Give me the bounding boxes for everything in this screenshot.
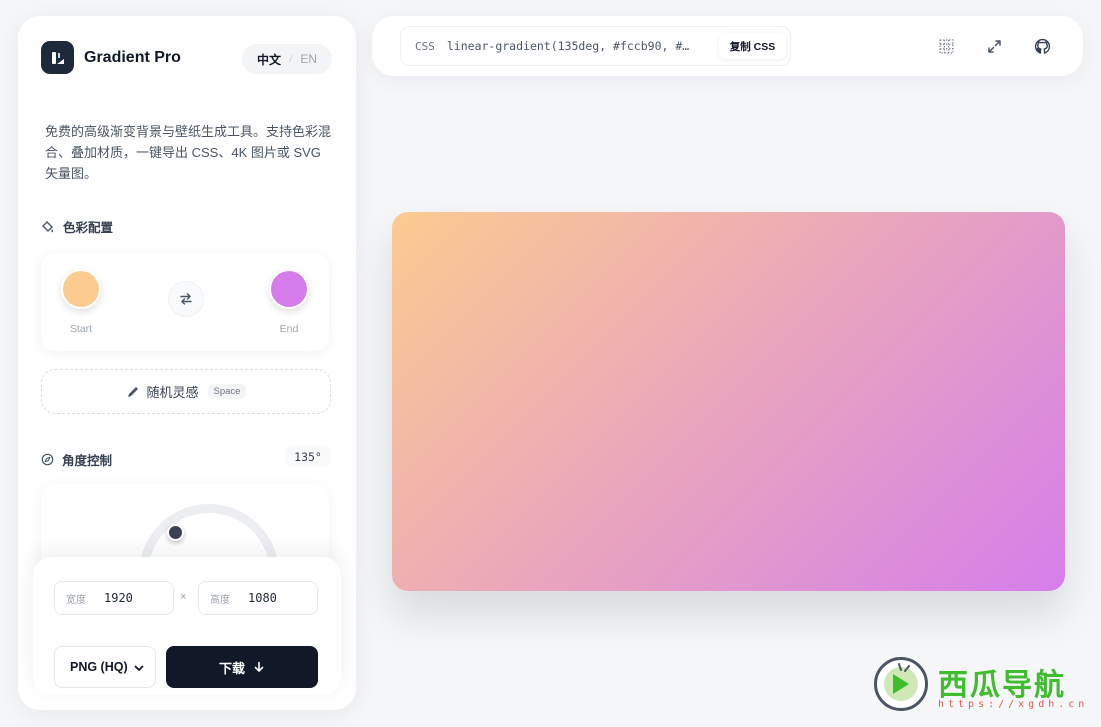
css-code-bar: CSS linear-gradient(135deg, #fccb90, #… … [400, 26, 791, 66]
brand-logo-icon [41, 41, 74, 74]
angle-value: 135° [286, 446, 330, 467]
github-icon[interactable] [1033, 37, 1051, 55]
lang-option-zh[interactable]: 中文 [249, 51, 289, 68]
gradient-preview [392, 212, 1065, 591]
expand-icon[interactable] [985, 37, 1003, 55]
css-code-tag: CSS [415, 39, 435, 53]
angle-control-title: 角度控制 [62, 454, 113, 468]
download-button[interactable]: 下载 [166, 646, 318, 688]
swap-icon [180, 293, 192, 305]
width-input[interactable]: 1920 [104, 591, 133, 605]
app-description: 免费的高级渐变背景与壁纸生成工具。支持色彩混合、叠加材质，一键导出 CSS、4K… [45, 124, 332, 181]
format-select-value: PNG (HQ) [70, 660, 128, 674]
angle-control-header: 角度控制 [41, 450, 112, 469]
watermark-url: https://xgdh.cn [938, 699, 1089, 710]
start-color-swatch[interactable] [61, 269, 101, 309]
color-config-card: Start End [41, 253, 329, 351]
color-config-header: 色彩配置 [41, 217, 113, 236]
export-panel: 宽度 1920 × 高度 1080 PNG (HQ) 下载 [33, 557, 341, 695]
watermark-title: 西瓜导航 [938, 668, 1066, 703]
start-color-label: Start [69, 323, 93, 335]
language-toggle[interactable]: 中文 / EN [242, 44, 332, 74]
random-inspiration-label: 随机灵感 [146, 385, 199, 400]
color-config-title: 色彩配置 [63, 221, 114, 235]
grid-icon[interactable] [937, 37, 955, 55]
compass-icon [41, 453, 54, 466]
random-inspiration-button[interactable]: 随机灵感 Space [41, 369, 331, 414]
format-select[interactable]: PNG (HQ) [54, 646, 156, 688]
lang-option-en[interactable]: EN [292, 52, 325, 66]
arrow-down-icon [254, 661, 264, 672]
site-watermark: 西瓜导航 https://xgdh.cn [874, 657, 1094, 717]
angle-dial-knob[interactable] [167, 524, 184, 541]
height-input[interactable]: 1080 [248, 591, 277, 605]
palette-icon [42, 220, 54, 232]
width-label: 宽度 [66, 594, 86, 606]
width-field[interactable]: 宽度 1920 [54, 581, 174, 615]
swap-colors-button[interactable] [168, 281, 204, 317]
dimension-separator: × [180, 591, 187, 603]
watermark-logo-icon [874, 657, 928, 711]
top-bar: CSS linear-gradient(135deg, #fccb90, #… … [372, 16, 1083, 76]
end-color-swatch[interactable] [269, 269, 309, 309]
download-label: 下载 [218, 660, 245, 676]
sidebar: Gradient Pro 中文 / EN 免费的高级渐变背景与壁纸生成工具。支持… [18, 16, 356, 710]
height-label: 高度 [210, 594, 230, 606]
copy-css-button[interactable]: 复制 CSS [719, 33, 786, 59]
brand-name: Gradient Pro [84, 48, 181, 66]
end-color-label: End [279, 323, 299, 335]
brand: Gradient Pro [41, 41, 181, 74]
shortcut-badge: Space [207, 384, 247, 399]
css-code-text: linear-gradient(135deg, #fccb90, #… [446, 39, 690, 53]
height-field[interactable]: 高度 1080 [198, 581, 318, 615]
pencil-icon [127, 386, 138, 397]
chevron-down-icon [134, 665, 144, 671]
